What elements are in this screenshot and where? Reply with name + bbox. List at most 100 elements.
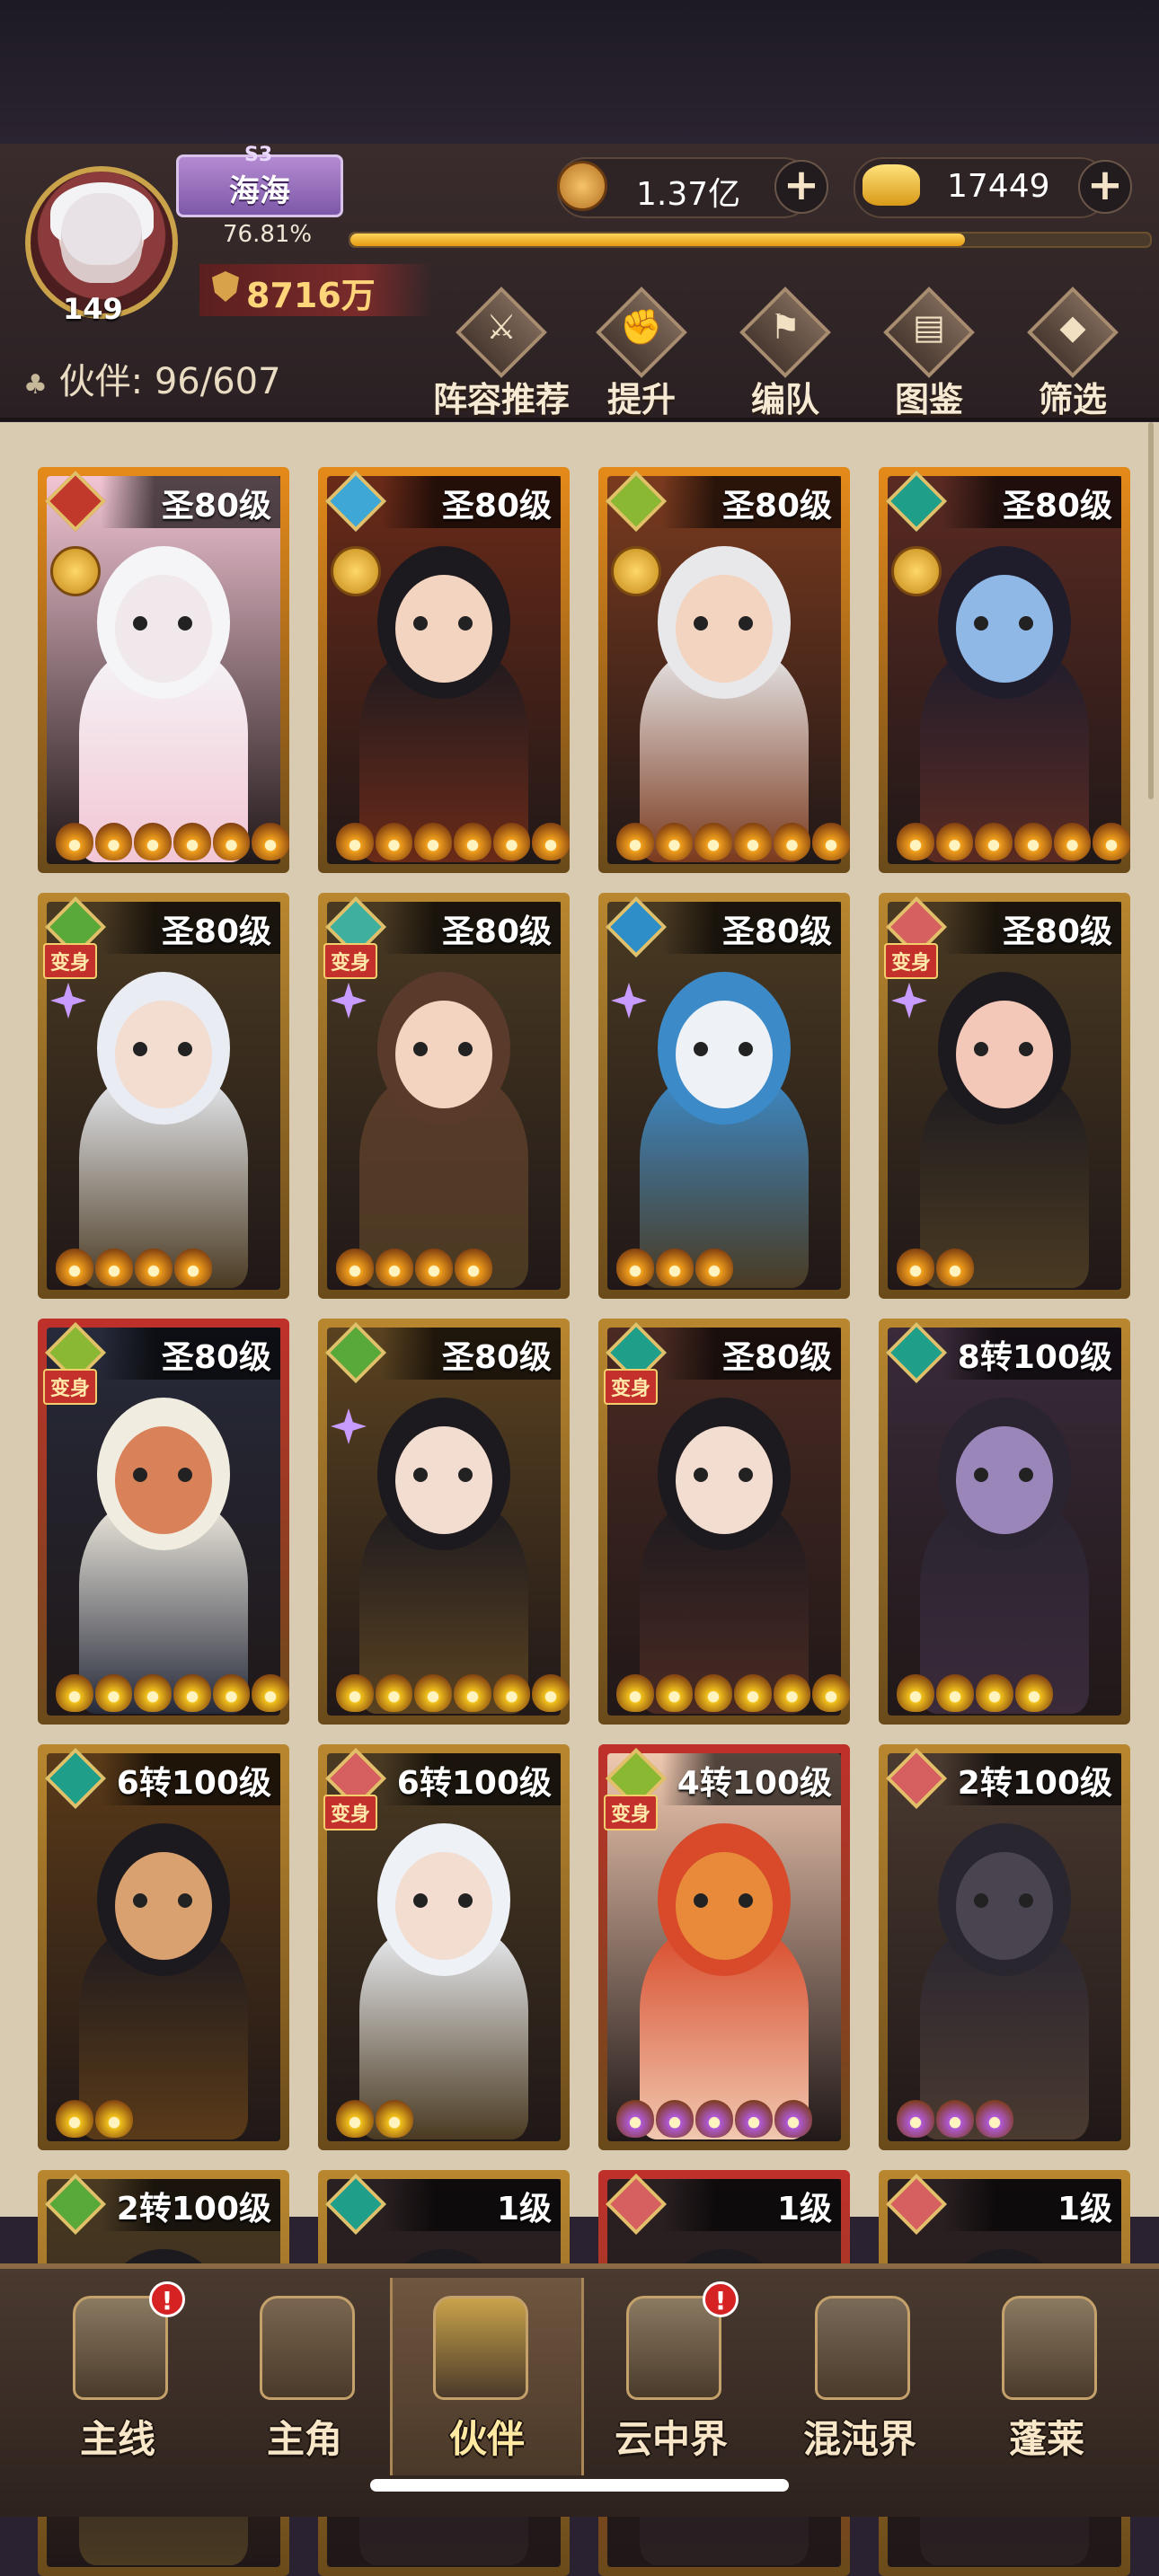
gold-currency: 17449	[854, 157, 1109, 218]
star-row	[598, 1248, 850, 1286]
add-gold-button[interactable]: +	[1078, 160, 1132, 214]
flame-star-icon	[812, 1674, 850, 1712]
nav-partner[interactable]: 伙伴	[390, 2278, 584, 2475]
copper-amount: 1.37亿	[636, 176, 741, 213]
flame-star-icon	[897, 1674, 934, 1712]
home-indicator[interactable]	[370, 2479, 789, 2492]
player-level: 149	[63, 292, 123, 326]
partner-eye-left	[133, 1468, 147, 1482]
nav-label: 云中界	[614, 2417, 728, 2461]
partner-eye-right	[739, 616, 753, 631]
action-formation[interactable]: ⚑ 编队	[722, 287, 848, 419]
flame-star-icon	[695, 823, 733, 860]
partner-card[interactable]: 圣80级	[318, 467, 570, 873]
flame-star-icon	[897, 823, 934, 860]
partner-card[interactable]: 圣80级	[318, 1319, 570, 1725]
flame-star-icon	[212, 823, 251, 860]
scrollbar[interactable]	[1148, 422, 1154, 799]
partner-card[interactable]: 圣80级 变身	[598, 1319, 850, 1725]
action-upgrade[interactable]: ✊ 提升	[579, 287, 704, 419]
combat-power: 8716万	[246, 276, 376, 315]
partner-card[interactable]: 2转100级	[879, 1744, 1130, 2150]
flame-star-icon	[897, 1248, 934, 1286]
nav-hero[interactable]: 主角	[219, 2278, 390, 2475]
action-lineup[interactable]: ⚔ 阵容推荐	[433, 287, 570, 419]
flame-star-icon	[376, 2100, 413, 2138]
star-row	[879, 1674, 1130, 1712]
partner-figure-face	[395, 575, 492, 683]
flame-star-icon	[935, 823, 974, 860]
flame-star-icon	[414, 823, 453, 860]
rank-medal-icon	[611, 546, 661, 596]
partner-eye-left	[133, 1893, 147, 1908]
partner-eye-left	[694, 1468, 708, 1482]
partner-level: 1级	[1057, 2191, 1112, 2228]
partner-card[interactable]: 6转100级 变身	[318, 1744, 570, 2150]
partner-count-text: 伙伴: 96/607	[58, 361, 281, 402]
partner-card[interactable]: 圣80级	[38, 467, 289, 873]
nav-penglai[interactable]: 蓬莱	[961, 2278, 1132, 2475]
flame-star-icon	[492, 1674, 531, 1712]
flame-star-icon	[56, 1674, 93, 1712]
transform-badge: 变身	[884, 943, 939, 979]
chaos-realm-icon	[815, 2296, 910, 2400]
flame-star-icon	[95, 2100, 133, 2138]
flame-star-icon	[375, 1674, 413, 1712]
partner-figure-face	[115, 1852, 212, 1960]
alert-badge: !	[703, 2281, 739, 2317]
action-filter[interactable]: ◆ 筛选	[1010, 287, 1136, 419]
partner-card[interactable]: 圣80级 变身	[38, 893, 289, 1299]
partner-level: 2转100级	[957, 1765, 1112, 1802]
partner-eye-left	[974, 1042, 988, 1056]
status-bar-area	[0, 0, 1159, 144]
exp-bar-fill	[350, 234, 965, 246]
flame-star-icon	[616, 2100, 654, 2138]
exp-bar	[349, 232, 1152, 248]
partner-figure-face	[956, 1426, 1053, 1534]
partner-eye-left	[413, 616, 428, 631]
transform-badge: 变身	[604, 1795, 659, 1831]
partner-figure-face	[115, 1426, 212, 1534]
flame-star-icon	[976, 2100, 1013, 2138]
partner-level: 4转100级	[677, 1765, 832, 1802]
partner-level: 圣80级	[1002, 488, 1112, 525]
partner-card[interactable]: 圣80级 变身	[38, 1319, 289, 1725]
star-row	[38, 2100, 289, 2138]
partner-eye-left	[974, 1893, 988, 1908]
partner-card[interactable]: 圣80级	[598, 467, 850, 873]
flame-star-icon	[532, 823, 570, 860]
flame-star-icon	[212, 1674, 251, 1712]
penglai-icon	[1002, 2296, 1097, 2400]
partner-eye-right	[178, 1468, 192, 1482]
action-label: 编队	[750, 380, 819, 419]
flame-star-icon	[695, 1248, 733, 1286]
nav-label: 伙伴	[448, 2417, 525, 2461]
partner-card[interactable]: 圣80级 变身	[318, 893, 570, 1299]
partner-count-icon: ♣	[23, 369, 48, 401]
partner-eye-right	[458, 1893, 473, 1908]
partner-card[interactable]: 6转100级	[38, 1744, 289, 2150]
flame-star-icon	[656, 1248, 694, 1286]
action-codex[interactable]: ▤ 图鉴	[866, 287, 992, 419]
nav-main-quest[interactable]: 主线!	[32, 2278, 203, 2475]
star-row	[598, 2100, 850, 2138]
partner-card[interactable]: 8转100级	[879, 1319, 1130, 1725]
partner-figure-face	[676, 1426, 773, 1534]
nav-chaos-realm[interactable]: 混沌界	[774, 2278, 945, 2475]
transform-badge: 变身	[323, 943, 378, 979]
partner-figure-face	[395, 1001, 492, 1108]
partner-card[interactable]: 4转100级 变身	[598, 1744, 850, 2150]
partner-card[interactable]: 圣80级	[879, 467, 1130, 873]
nav-label: 主角	[266, 2417, 342, 2461]
add-copper-button[interactable]: +	[774, 160, 828, 214]
partner-eye-right	[178, 1893, 192, 1908]
partner-card[interactable]: 圣80级 变身	[879, 893, 1130, 1299]
flame-star-icon	[415, 1248, 453, 1286]
partner-card[interactable]: 圣80级	[598, 893, 850, 1299]
flame-star-icon	[1015, 1674, 1053, 1712]
flame-star-icon	[975, 823, 1013, 860]
partner-level: 1级	[776, 2191, 832, 2228]
nav-cloud-realm[interactable]: 云中界!	[586, 2278, 756, 2475]
partner-level: 圣80级	[721, 488, 832, 525]
star-row	[598, 1674, 850, 1712]
